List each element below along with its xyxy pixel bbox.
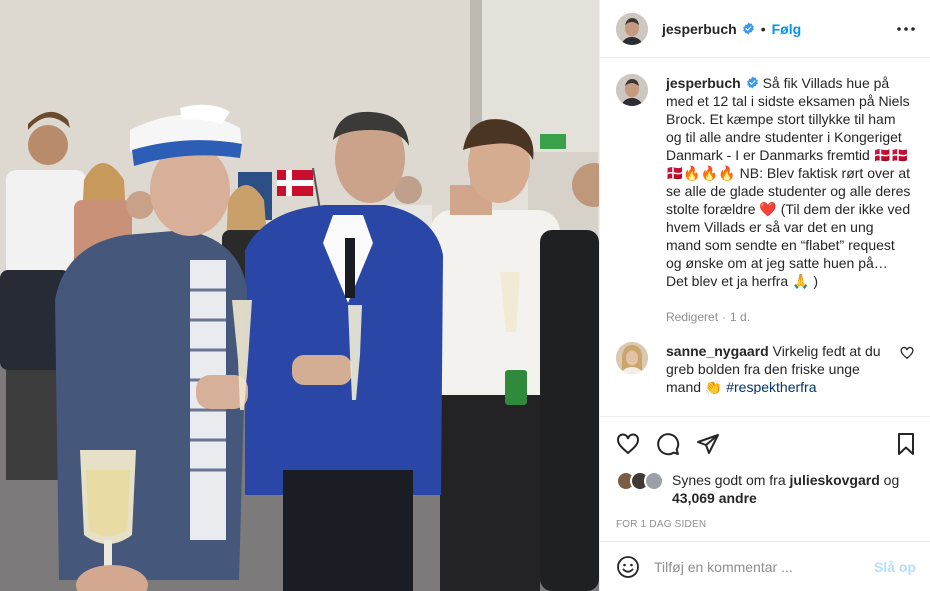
likes-user[interactable]: julieskovgard [790,472,880,488]
caption-body: jesperbuch Så fik Villads hue på med et … [666,74,911,326]
header-separator: • [760,20,766,37]
follow-button[interactable]: Følg [772,21,802,37]
comment-like-heart-icon[interactable] [900,346,914,360]
comment-avatar-image [616,342,648,374]
share-paper-plane-icon[interactable] [696,432,720,456]
post-header: jesperbuch • Følg [600,0,930,58]
comment-bubble-icon[interactable] [656,432,680,456]
post-timestamp[interactable]: FOR 1 DAG SIDEN [600,509,930,541]
save-bookmark-icon[interactable] [894,432,918,456]
header-username[interactable]: jesperbuch [662,21,737,37]
like-heart-icon[interactable] [616,432,640,456]
liker-avatar [644,471,664,491]
post-comment-button[interactable]: Slå op [874,559,916,575]
caption-text-block: jesperbuch Så fik Villads hue på med et … [666,74,911,290]
verified-badge-icon [742,22,754,35]
comment-hashtag[interactable]: #respektherfra [726,379,816,394]
post-sidebar: jesperbuch • Følg jesperbuch Så fik Vill… [599,0,930,591]
caption-username[interactable]: jesperbuch [666,75,741,91]
comment-avatar[interactable] [616,342,648,374]
caption-meta: Redigeret · 1 d. [666,308,911,326]
likes-prefix: Synes godt om fra [672,472,786,488]
caption-avatar[interactable] [616,74,648,106]
action-bar [600,416,930,471]
post-photo[interactable] [0,0,599,591]
edited-label: Redigeret [666,310,719,324]
likes-count[interactable]: 43,069 andre [672,490,757,506]
likes-mid: og [883,472,900,488]
graduation-photo [0,0,599,591]
liker-avatars[interactable] [616,471,668,491]
comment-body: sanne_nygaard Virkelig fedt at du greb b… [666,342,898,394]
avatar[interactable] [616,12,648,45]
comment-username[interactable]: sanne_nygaard [666,343,769,359]
post-caption: jesperbuch Så fik Villads hue på med et … [616,74,914,326]
comment-item: sanne_nygaard Virkelig fedt at du greb b… [616,342,914,394]
comments-list[interactable]: jesperbuch Så fik Villads hue på med et … [600,58,930,416]
instagram-post: jesperbuch • Følg jesperbuch Så fik Vill… [0,0,930,591]
comment-input[interactable] [654,558,874,575]
add-comment-bar: Slå op [600,541,930,591]
edited-separator: · [722,310,727,324]
likes-text: Synes godt om fra julieskovgard og 43,06… [672,471,902,507]
edited-age[interactable]: 1 d. [730,310,750,324]
avatar-image [616,12,648,45]
caption-text: Så fik Villads hue på med et 12 tal i si… [666,75,911,289]
likes-summary: Synes godt om fra julieskovgard og 43,06… [600,471,930,509]
more-horizontal-icon [897,26,915,31]
emoji-smiley-icon[interactable] [616,555,640,579]
caption-avatar-image [616,74,648,106]
more-options-button[interactable] [894,17,918,41]
caption-verified-badge-icon [746,76,758,89]
